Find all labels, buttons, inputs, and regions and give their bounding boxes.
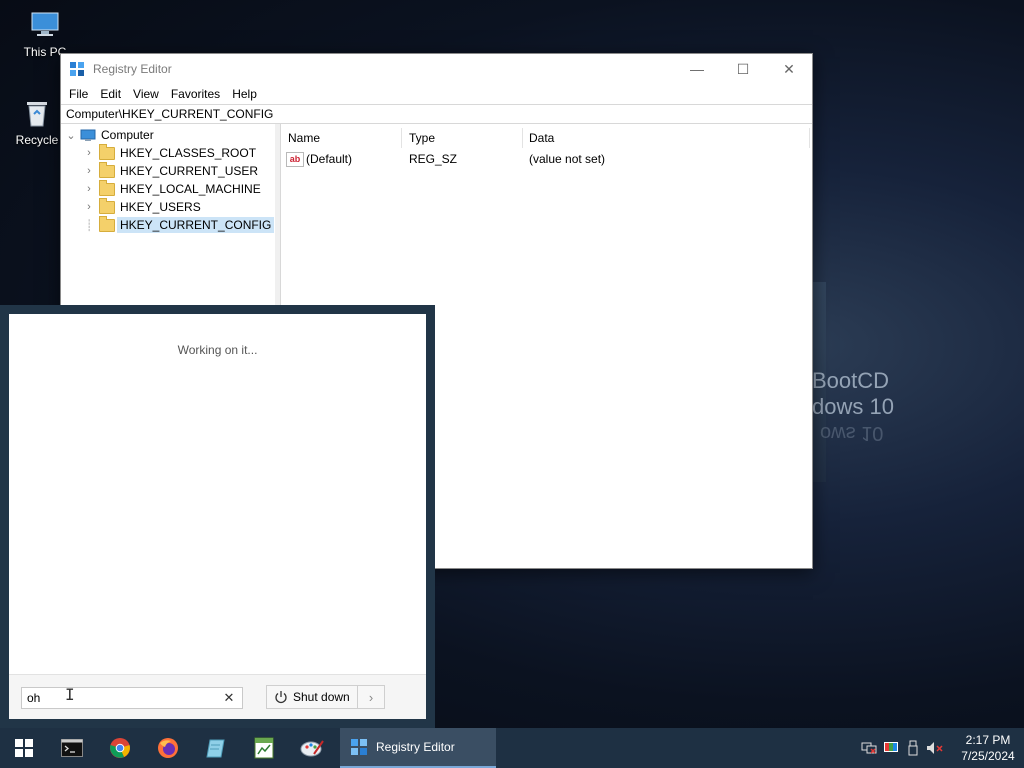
tree-item-label: HKEY_CLASSES_ROOT — [120, 146, 257, 160]
folder-icon — [99, 143, 115, 160]
start-results-area: Working on it... ✕ Shut down › — [9, 314, 426, 719]
menu-bar: File Edit View Favorites Help — [61, 84, 812, 104]
value-data: (value not set) — [529, 152, 606, 166]
menu-file[interactable]: File — [63, 87, 94, 101]
computer-icon — [28, 8, 62, 42]
value-row[interactable]: ab (Default) — [286, 150, 352, 168]
close-button[interactable]: ✕ — [766, 54, 812, 84]
registry-editor-icon — [350, 738, 368, 756]
search-input[interactable] — [22, 690, 219, 706]
tree-item-label: Computer — [101, 128, 154, 142]
wallpaper-mirror: ows 10 — [820, 422, 884, 444]
speaker-muted-icon[interactable] — [924, 741, 946, 755]
tree-item-hkcc[interactable]: ┊ HKEY_CURRENT_CONFIG — [83, 215, 275, 234]
taskbar-firefox[interactable] — [144, 728, 192, 768]
wallpaper-line1: BootCD — [812, 368, 890, 393]
tree-item-hku[interactable]: › HKEY_USERS — [83, 197, 201, 216]
menu-help[interactable]: Help — [226, 87, 263, 101]
taskbar-cmd[interactable] — [48, 728, 96, 768]
search-box[interactable]: ✕ — [21, 687, 243, 709]
cmd-icon — [61, 739, 83, 757]
column-header-type[interactable]: Type — [402, 128, 523, 148]
column-header-data[interactable]: Data — [522, 128, 810, 148]
maximize-button[interactable]: ☐ — [720, 54, 766, 84]
display-icon[interactable] — [880, 741, 902, 755]
wallpaper-line2: dows 10 — [812, 394, 894, 419]
shutdown-button[interactable]: Shut down — [266, 685, 358, 709]
chevron-down-icon[interactable]: ⌄ — [65, 129, 77, 142]
folder-icon — [99, 215, 115, 232]
value-name: (Default) — [306, 152, 353, 166]
menu-edit[interactable]: Edit — [94, 87, 127, 101]
clock[interactable]: 2:17 PM 7/25/2024 — [952, 732, 1024, 764]
taskbar-spreadsheet[interactable] — [240, 728, 288, 768]
tree-item-hkcr[interactable]: › HKEY_CLASSES_ROOT — [83, 143, 257, 162]
clock-time: 2:17 PM — [965, 733, 1011, 747]
menu-favorites[interactable]: Favorites — [165, 87, 226, 101]
tree-connector: ┊ — [85, 219, 93, 232]
taskbar-notepad[interactable] — [192, 728, 240, 768]
title-bar[interactable]: Registry Editor — ☐ ✕ — [61, 54, 812, 84]
taskbar-window-label: Registry Editor — [376, 740, 455, 754]
tree-item-label: HKEY_CURRENT_USER — [120, 164, 259, 178]
taskbar: Registry Editor 2:17 PM 7/25/2024 — [0, 728, 1024, 768]
shutdown-label: Shut down — [293, 690, 350, 704]
taskbar-chrome[interactable] — [96, 728, 144, 768]
computer-icon — [80, 129, 96, 142]
notepad-icon — [205, 737, 227, 759]
status-text: Working on it... — [177, 343, 258, 357]
firefox-icon — [157, 737, 179, 759]
folder-icon — [99, 197, 115, 214]
address-bar[interactable]: Computer\HKEY_CURRENT_CONFIG — [61, 104, 812, 124]
network-icon[interactable] — [858, 741, 880, 755]
folder-icon — [99, 161, 115, 178]
text-cursor-icon: I — [65, 685, 75, 704]
spreadsheet-icon — [254, 737, 274, 759]
usb-icon[interactable] — [902, 740, 924, 756]
column-header-name[interactable]: Name — [281, 128, 402, 148]
chrome-icon — [109, 737, 131, 759]
taskbar-paint[interactable] — [288, 728, 336, 768]
address-text: Computer\HKEY_CURRENT_CONFIG — [66, 107, 274, 121]
registry-editor-icon — [69, 61, 85, 77]
tree-item-label: HKEY_USERS — [120, 200, 201, 214]
power-icon — [274, 690, 288, 704]
value-type: REG_SZ — [409, 152, 458, 166]
wallpaper-text: BootCD dows 10 ows 10 — [812, 368, 894, 446]
windows-logo-icon — [15, 739, 33, 757]
string-value-icon: ab — [286, 151, 304, 167]
desktop-icon-this-pc[interactable]: This PC — [10, 8, 80, 59]
taskbar-registry-editor[interactable]: Registry Editor — [340, 728, 496, 768]
system-tray: 2:17 PM 7/25/2024 — [858, 728, 1024, 768]
recycle-bin-icon — [20, 96, 54, 130]
chevron-right-icon[interactable]: › — [83, 147, 95, 159]
chevron-right-icon[interactable]: › — [83, 165, 95, 177]
tree-item-hkcu[interactable]: › HKEY_CURRENT_USER — [83, 161, 259, 180]
chevron-right-icon[interactable]: › — [83, 183, 95, 195]
minimize-button[interactable]: — — [674, 54, 720, 84]
tree-item-computer[interactable]: ⌄ Computer — [65, 126, 154, 144]
chevron-right-icon[interactable]: › — [83, 201, 95, 213]
start-panel: Working on it... ✕ Shut down › — [0, 305, 435, 728]
tree-item-label-selected: HKEY_CURRENT_CONFIG — [117, 217, 275, 233]
start-button[interactable] — [0, 728, 48, 768]
menu-view[interactable]: View — [127, 87, 165, 101]
clock-date: 7/25/2024 — [961, 749, 1015, 763]
clear-icon[interactable]: ✕ — [219, 690, 239, 706]
paint-icon — [300, 738, 324, 758]
tree-item-hklm[interactable]: › HKEY_LOCAL_MACHINE — [83, 179, 261, 198]
shutdown-options-button[interactable]: › — [357, 685, 385, 709]
window-title: Registry Editor — [93, 62, 172, 76]
folder-icon — [99, 179, 115, 196]
tree-item-label: HKEY_LOCAL_MACHINE — [120, 182, 261, 196]
